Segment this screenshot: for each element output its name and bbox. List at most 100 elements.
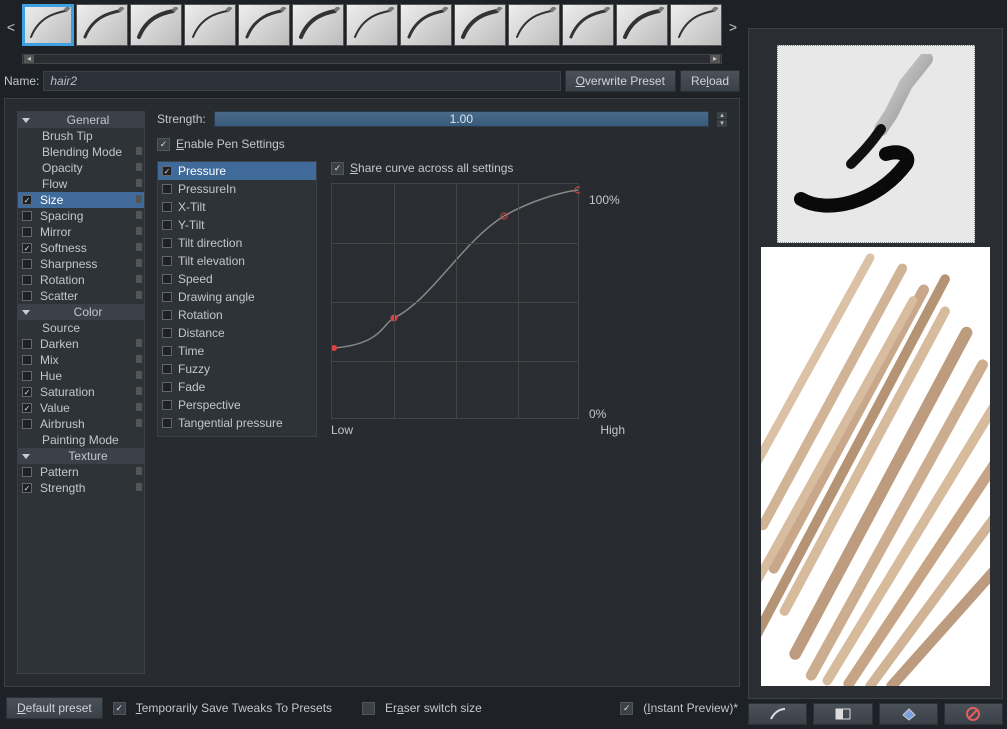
preset-scrollbar[interactable]: ◂ ▸ [22, 54, 722, 64]
scroll-right-icon[interactable]: ▸ [710, 55, 720, 63]
tree-item[interactable]: Saturation [18, 384, 144, 400]
tree-checkbox[interactable] [22, 355, 32, 365]
brush-preset-thumb[interactable] [130, 4, 182, 46]
sensor-checkbox[interactable] [162, 418, 172, 428]
tree-item[interactable]: Size [18, 192, 144, 208]
tree-header[interactable]: Color [18, 304, 144, 320]
tree-checkbox[interactable] [22, 195, 32, 205]
eraser-switch-checkbox[interactable] [362, 702, 375, 715]
share-curve-checkbox[interactable] [331, 162, 344, 175]
sensor-checkbox[interactable] [162, 184, 172, 194]
brush-mode-button[interactable] [748, 703, 807, 725]
tree-checkbox[interactable] [22, 483, 32, 493]
temp-save-checkbox[interactable] [113, 702, 126, 715]
brush-preset-thumb[interactable] [184, 4, 236, 46]
tree-item[interactable]: Pattern [18, 464, 144, 480]
sensor-item[interactable]: X-Tilt [158, 198, 316, 216]
brush-preset-thumb[interactable] [508, 4, 560, 46]
sensor-checkbox[interactable] [162, 220, 172, 230]
tree-checkbox[interactable] [22, 387, 32, 397]
brush-preset-thumb[interactable] [670, 4, 722, 46]
tree-checkbox[interactable] [22, 291, 32, 301]
brush-preset-thumb[interactable] [616, 4, 668, 46]
instant-preview-checkbox[interactable] [620, 702, 633, 715]
scroll-left-icon[interactable]: ◂ [24, 55, 34, 63]
sensor-checkbox[interactable] [162, 166, 172, 176]
tree-item[interactable]: Airbrush [18, 416, 144, 432]
tree-checkbox[interactable] [22, 243, 32, 253]
tree-item[interactable]: Rotation [18, 272, 144, 288]
sensor-checkbox[interactable] [162, 202, 172, 212]
fill-mode-button[interactable] [879, 703, 938, 725]
sensor-checkbox[interactable] [162, 292, 172, 302]
sensor-item[interactable]: Speed [158, 270, 316, 288]
brush-preview-thumb[interactable] [777, 45, 975, 243]
overwrite-preset-button[interactable]: Overwrite Preset [565, 70, 676, 92]
tree-item[interactable]: Opacity [18, 160, 144, 176]
strength-up-icon[interactable]: ▴ [717, 112, 727, 119]
sensor-item[interactable]: Y-Tilt [158, 216, 316, 234]
brush-preset-thumb[interactable] [400, 4, 452, 46]
sensor-item[interactable]: Rotation [158, 306, 316, 324]
tree-item[interactable]: Mirror [18, 224, 144, 240]
sensor-item[interactable]: Tilt elevation [158, 252, 316, 270]
reload-button[interactable]: Reload [680, 70, 740, 92]
sensor-checkbox[interactable] [162, 274, 172, 284]
brush-preset-thumb[interactable] [454, 4, 506, 46]
tree-checkbox[interactable] [22, 259, 32, 269]
tree-checkbox[interactable] [22, 275, 32, 285]
tree-item[interactable]: Darken [18, 336, 144, 352]
tree-checkbox[interactable] [22, 339, 32, 349]
sensor-item[interactable]: Tilt direction [158, 234, 316, 252]
brush-preset-thumb[interactable] [346, 4, 398, 46]
tree-item[interactable]: Scatter [18, 288, 144, 304]
sensor-item[interactable]: Perspective [158, 396, 316, 414]
tree-item[interactable]: Brush Tip [18, 128, 144, 144]
brush-preset-thumb[interactable] [292, 4, 344, 46]
tree-checkbox[interactable] [22, 211, 32, 221]
strength-down-icon[interactable]: ▾ [717, 120, 727, 127]
sensor-checkbox[interactable] [162, 256, 172, 266]
preset-prev-arrow[interactable]: < [4, 19, 18, 35]
sensor-checkbox[interactable] [162, 310, 172, 320]
brush-preset-thumb[interactable] [562, 4, 614, 46]
sensor-item[interactable]: Fuzzy [158, 360, 316, 378]
tree-item[interactable]: Value [18, 400, 144, 416]
tree-header[interactable]: Texture [18, 448, 144, 464]
tree-item[interactable]: Strength [18, 480, 144, 496]
tree-header[interactable]: General [18, 112, 144, 128]
strength-slider[interactable]: 1.00 [214, 111, 709, 127]
sensor-checkbox[interactable] [162, 238, 172, 248]
tree-checkbox[interactable] [22, 371, 32, 381]
gradient-mode-button[interactable] [813, 703, 872, 725]
sensor-item[interactable]: Fade [158, 378, 316, 396]
default-preset-button[interactable]: Default preset [6, 697, 103, 719]
sensor-checkbox[interactable] [162, 400, 172, 410]
brush-preset-thumb[interactable] [22, 4, 74, 46]
sensor-item[interactable]: Time [158, 342, 316, 360]
tree-checkbox[interactable] [22, 419, 32, 429]
curve-editor[interactable] [331, 183, 579, 419]
tree-checkbox[interactable] [22, 227, 32, 237]
brush-preset-thumb[interactable] [238, 4, 290, 46]
preset-next-arrow[interactable]: > [726, 19, 740, 35]
tree-item[interactable]: Source [18, 320, 144, 336]
tree-item[interactable]: Mix [18, 352, 144, 368]
tree-item[interactable]: Spacing [18, 208, 144, 224]
sensor-checkbox[interactable] [162, 328, 172, 338]
sensor-checkbox[interactable] [162, 346, 172, 356]
sensor-item[interactable]: Pressure [158, 162, 316, 180]
sensor-checkbox[interactable] [162, 382, 172, 392]
sensor-item[interactable]: Drawing angle [158, 288, 316, 306]
enable-pen-checkbox[interactable] [157, 138, 170, 151]
tree-checkbox[interactable] [22, 403, 32, 413]
tree-item[interactable]: Painting Mode [18, 432, 144, 448]
clear-button[interactable] [944, 703, 1003, 725]
sensor-item[interactable]: Distance [158, 324, 316, 342]
tree-item[interactable]: Hue [18, 368, 144, 384]
tree-item[interactable]: Flow [18, 176, 144, 192]
brush-preset-thumb[interactable] [76, 4, 128, 46]
sensor-checkbox[interactable] [162, 364, 172, 374]
sensor-item[interactable]: PressureIn [158, 180, 316, 198]
brush-preview-scratchpad[interactable] [761, 247, 990, 686]
